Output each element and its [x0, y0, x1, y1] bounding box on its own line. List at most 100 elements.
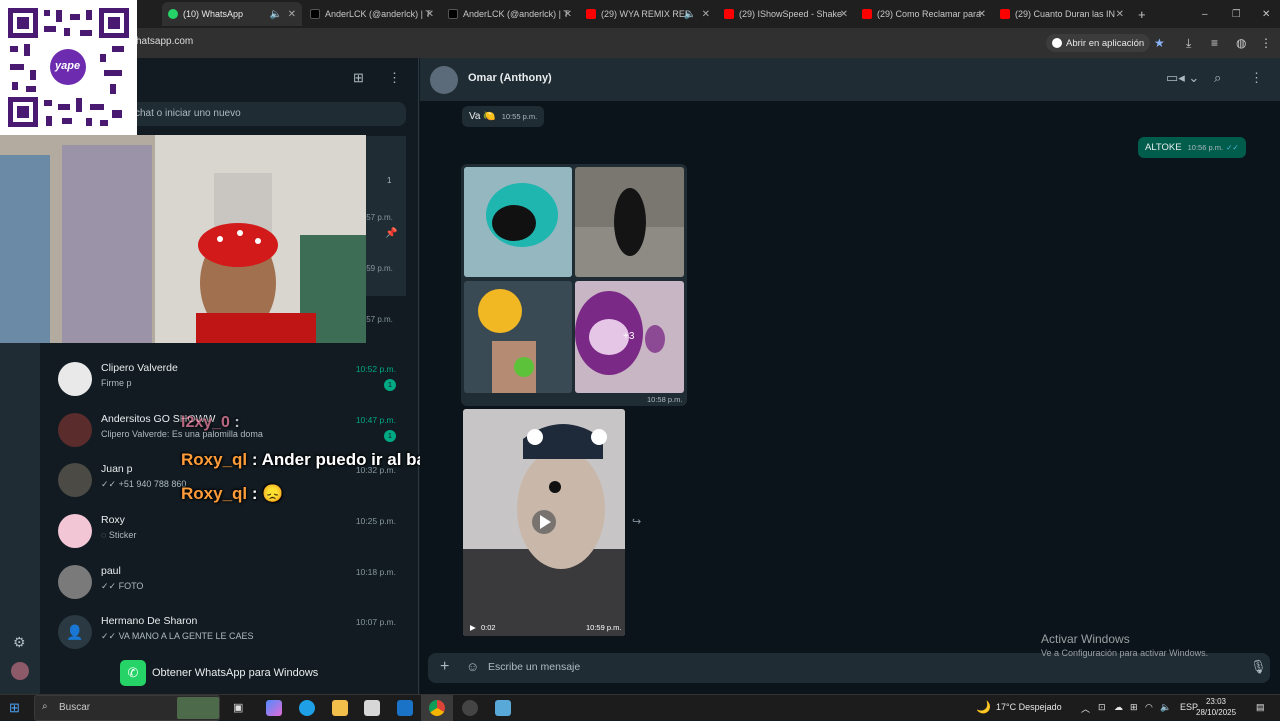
- menu-icon[interactable]: ⋮: [1250, 70, 1263, 86]
- message-time: 10:56 p.m.: [1187, 143, 1224, 152]
- activate-windows-title: Activar Windows: [1041, 632, 1130, 646]
- album-photo[interactable]: +3: [575, 281, 684, 393]
- search-icon[interactable]: ⌕: [1214, 70, 1221, 86]
- tab-youtube-1[interactable]: (29) WYA REMIX RED 🔈 ✕: [580, 2, 716, 26]
- album-photo[interactable]: [464, 167, 572, 277]
- taskbar-search[interactable]: ⌕ Buscar: [34, 695, 220, 721]
- close-tab-icon[interactable]: ✕: [702, 9, 710, 20]
- copilot-icon[interactable]: [266, 700, 282, 716]
- minimize-icon[interactable]: –: [1196, 2, 1210, 26]
- chat-item-hermano[interactable]: 👤 Hermano De Sharon ✓✓ VA MANO A LA GENT…: [50, 613, 410, 663]
- taskbar-clock[interactable]: 23:03 28/10/2025: [1196, 696, 1236, 718]
- search-input[interactable]: chat o iniciar uno nuevo: [128, 102, 406, 126]
- speaker-icon[interactable]: 🔈: [684, 9, 696, 20]
- attach-plus-icon[interactable]: +: [440, 658, 449, 676]
- settings-icon[interactable]: ⚙: [13, 634, 26, 651]
- tray-icon[interactable]: ☁: [1114, 702, 1123, 713]
- chat-item-paul[interactable]: paul ✓✓ FOTO 10:18 p.m.: [50, 563, 410, 613]
- profile-icon[interactable]: ◍: [1236, 36, 1246, 50]
- outlook-icon[interactable]: [397, 700, 413, 716]
- new-chat-icon[interactable]: ⊞: [353, 70, 364, 86]
- emoji-sticker-icon[interactable]: ☺: [466, 659, 479, 674]
- windows-start-icon[interactable]: ⊞: [9, 700, 20, 716]
- search-highlight-image: [177, 697, 219, 719]
- tab-youtube-3[interactable]: (29) Como Reclamar para ✕: [856, 2, 992, 26]
- browser-tab-bar: (10) WhatsApp 🔈 ✕ AnderLCK (@anderlck) |…: [0, 0, 1280, 28]
- chrome-icon[interactable]: [429, 700, 445, 716]
- message-input[interactable]: Escribe un mensaje: [488, 661, 580, 673]
- video-message[interactable]: ▶ 0:02 10:59 p.m.: [463, 409, 625, 636]
- stream-chat-text: : 😞: [251, 484, 284, 503]
- get-whatsapp-windows-button[interactable]: ✆ Obtener WhatsApp para Windows: [120, 660, 318, 686]
- message-text: ALTOKE: [1145, 142, 1182, 153]
- file-explorer-icon[interactable]: [332, 700, 348, 716]
- avatar: [58, 565, 92, 599]
- weather-text[interactable]: 17°C Despejado: [996, 702, 1062, 712]
- wifi-icon[interactable]: ◠: [1145, 702, 1153, 713]
- new-tab-icon[interactable]: +: [1134, 2, 1154, 26]
- youtube-icon: [1000, 9, 1010, 19]
- close-tab-icon[interactable]: ✕: [426, 9, 434, 20]
- profile-avatar[interactable]: [11, 662, 29, 680]
- message-outgoing[interactable]: ALTOKE 10:56 p.m. ✓✓: [1138, 137, 1246, 158]
- album-time: 10:58 p.m.: [647, 395, 683, 404]
- partial-count: 1: [387, 176, 392, 185]
- window-close-icon[interactable]: ✕: [1256, 2, 1272, 26]
- contact-avatar[interactable]: [430, 66, 458, 94]
- webcam-scene: [0, 135, 366, 343]
- close-tab-icon[interactable]: ✕: [1116, 9, 1124, 20]
- notification-icon[interactable]: ▤: [1256, 702, 1265, 713]
- sticker-icon: ◌: [101, 530, 109, 540]
- album-photo[interactable]: [464, 281, 572, 393]
- url-field[interactable]: hatsapp.com: [136, 36, 193, 47]
- weather-icon[interactable]: 🌙: [976, 700, 991, 714]
- maximize-icon[interactable]: ❐: [1226, 2, 1240, 26]
- contact-name[interactable]: Omar (Anthony): [468, 72, 552, 84]
- task-view-icon[interactable]: ▣: [233, 701, 243, 714]
- tab-whatsapp[interactable]: (10) WhatsApp 🔈 ✕: [162, 2, 302, 26]
- tab-youtube-2[interactable]: (29) IShowSpeed - Shake ✕: [718, 2, 854, 26]
- activate-windows-subtitle: Ve a Configuración para activar Windows.: [1041, 648, 1209, 658]
- bookmark-star-icon[interactable]: ★: [1154, 36, 1165, 50]
- avatar: [58, 413, 92, 447]
- whatsapp-icon: [168, 9, 178, 19]
- tab-tiktok-1[interactable]: AnderLCK (@anderlck) | T ✕: [304, 2, 440, 26]
- tiktok-icon: [448, 9, 458, 19]
- chat-item-clipero[interactable]: Clipero Valverde Firme p 10:52 p.m. 1: [50, 360, 410, 410]
- store-icon[interactable]: [364, 700, 380, 716]
- microphone-icon[interactable]: 🎙: [1250, 659, 1267, 675]
- chat-item-roxy[interactable]: Roxy ◌ Sticker 10:25 p.m.: [50, 512, 410, 562]
- tray-icon[interactable]: ⊞: [1130, 702, 1138, 713]
- tab-label: (10) WhatsApp: [183, 9, 244, 19]
- album-photo[interactable]: [575, 167, 684, 277]
- tray-overflow-icon[interactable]: ︿: [1081, 702, 1090, 715]
- browser-menu-icon[interactable]: ⋮: [1260, 36, 1272, 50]
- address-bar: hatsapp.com Abrir en aplicación ★ ⤓ ≡ ◍ …: [0, 28, 1280, 58]
- close-tab-icon[interactable]: ✕: [978, 9, 986, 20]
- download-icon[interactable]: ⤓: [1186, 36, 1191, 51]
- forward-icon[interactable]: ↪: [632, 515, 641, 528]
- close-tab-icon[interactable]: ✕: [564, 9, 572, 20]
- stream-chat-line: Roxy_ql : Ander puedo ir al baño?: [181, 450, 457, 470]
- chat-time: 10:47 p.m.: [355, 415, 396, 425]
- close-tab-icon[interactable]: ✕: [840, 9, 848, 20]
- app-icon[interactable]: [495, 700, 511, 716]
- close-tab-icon[interactable]: ✕: [288, 9, 296, 20]
- open-in-app-button[interactable]: Abrir en aplicación: [1046, 34, 1151, 52]
- tab-youtube-4[interactable]: (29) Cuanto Duran las IN ✕: [994, 2, 1130, 26]
- obs-icon[interactable]: [462, 700, 478, 716]
- tray-icon[interactable]: ⊡: [1098, 702, 1106, 713]
- edge-icon[interactable]: [299, 700, 315, 716]
- message-incoming[interactable]: Va 🍋 10:55 p.m.: [462, 106, 545, 127]
- tab-tiktok-2[interactable]: AnderLCK (@anderlck) | T ✕: [442, 2, 578, 26]
- menu-icon[interactable]: ⋮: [388, 70, 401, 86]
- stream-chat-user: l2xy_0: [181, 414, 230, 431]
- video-call-icon[interactable]: ▭◂ ⌄: [1166, 70, 1199, 86]
- volume-icon[interactable]: 🔈: [1160, 702, 1171, 713]
- media-control-icon[interactable]: ≡: [1211, 36, 1218, 50]
- youtube-icon: [586, 9, 596, 19]
- speaker-icon[interactable]: 🔈: [270, 9, 282, 20]
- avatar: [58, 463, 92, 497]
- partial-time: :57 p.m.: [364, 315, 393, 324]
- unread-badge: 1: [384, 379, 396, 391]
